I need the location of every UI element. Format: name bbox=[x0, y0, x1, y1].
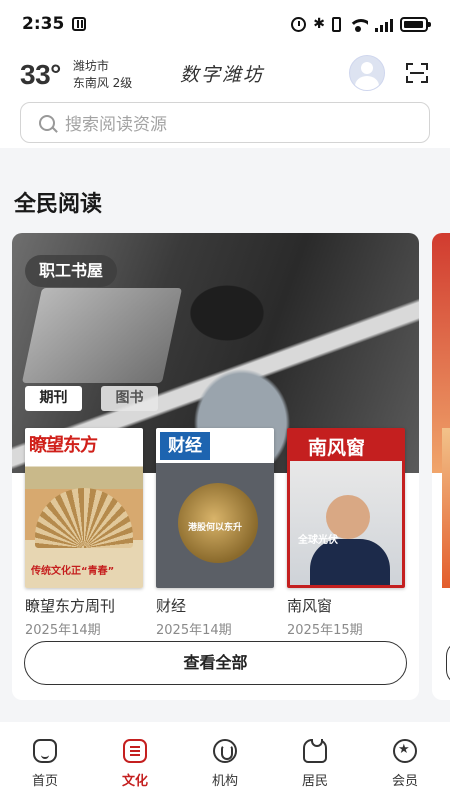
status-time: 2:35 bbox=[22, 14, 65, 34]
city-name: 潍坊市 bbox=[72, 59, 109, 73]
scan-icon[interactable] bbox=[406, 63, 428, 83]
nav-culture[interactable]: 文化 bbox=[90, 722, 180, 800]
section-title: 全民阅读 bbox=[14, 192, 103, 217]
suit-illustration bbox=[310, 539, 390, 585]
magazine-issue: 2025年14期 bbox=[25, 623, 101, 638]
weather-info: 潍坊市 东南风 2级 bbox=[73, 58, 132, 92]
alarm-icon bbox=[291, 16, 307, 32]
bottom-nav: 首页 文化 机构 居民 会员 bbox=[0, 722, 450, 800]
resident-icon bbox=[303, 739, 327, 763]
member-icon bbox=[393, 739, 417, 763]
magazine-cover[interactable]: 南风窗 全球光伏 bbox=[287, 428, 405, 588]
magazine-item[interactable]: 南风窗 全球光伏 南风窗 2025年15期 bbox=[287, 428, 405, 638]
tab-books[interactable]: 图书 bbox=[101, 386, 158, 411]
view-all-button[interactable]: 查看全部 bbox=[24, 641, 407, 685]
search-icon bbox=[39, 114, 55, 131]
nav-label: 会员 bbox=[391, 774, 418, 789]
magazine-item[interactable]: 财经 港股何以东升 财经 2025年14期 bbox=[156, 428, 274, 638]
nav-label: 居民 bbox=[301, 774, 328, 789]
reading-card: 职工书屋 期刊 图书 瞭望东方 传统文化正“青春” 瞭望东方周刊 2025年14… bbox=[12, 233, 419, 700]
nav-resident[interactable]: 居民 bbox=[270, 722, 360, 800]
status-icons: ✱ bbox=[291, 16, 431, 32]
nav-label: 机构 bbox=[211, 774, 238, 789]
avatar[interactable] bbox=[349, 55, 385, 91]
magazine-cover[interactable]: 瞭望东方 传统文化正“青春” bbox=[25, 428, 143, 588]
magazine-issue: 2025年14期 bbox=[156, 623, 232, 638]
organization-icon bbox=[213, 739, 237, 763]
next-card-preview[interactable] bbox=[432, 233, 450, 700]
home-icon bbox=[33, 739, 57, 763]
notification-icon bbox=[72, 17, 87, 31]
magazine-name: 南风窗 bbox=[287, 597, 333, 615]
battery-level bbox=[404, 20, 423, 28]
search-placeholder: 搜索阅读资源 bbox=[65, 115, 167, 135]
laptop-image bbox=[21, 288, 183, 383]
nav-member[interactable]: 会员 bbox=[360, 722, 450, 800]
nav-home[interactable]: 首页 bbox=[0, 722, 90, 800]
magazine-issue: 2025年15期 bbox=[287, 623, 363, 638]
status-bar: 2:35 ✱ bbox=[0, 0, 450, 48]
next-card-button[interactable] bbox=[446, 641, 450, 685]
magazine-name: 瞭望东方周刊 bbox=[25, 597, 116, 615]
search-input[interactable]: 搜索阅读资源 bbox=[20, 102, 430, 143]
header: 33° 潍坊市 东南风 2级 数字潍坊 搜索阅读资源 bbox=[0, 48, 450, 148]
magazine-name: 财经 bbox=[156, 597, 187, 615]
cover-subtitle: 全球光伏 bbox=[298, 535, 338, 546]
nav-label: 首页 bbox=[31, 774, 58, 789]
wifi-icon bbox=[348, 17, 368, 32]
cover-title: 瞭望东方 bbox=[29, 435, 98, 456]
weather-widget[interactable]: 33° 潍坊市 东南风 2级 bbox=[20, 58, 132, 92]
cover-title: 财经 bbox=[160, 432, 210, 460]
signal-icon bbox=[375, 17, 393, 32]
magazine-item[interactable]: 瞭望东方 传统文化正“青春” 瞭望东方周刊 2025年14期 bbox=[25, 428, 143, 638]
cover-title: 南风窗 bbox=[308, 437, 366, 459]
workers-bookhouse-badge[interactable]: 职工书屋 bbox=[25, 255, 118, 287]
temperature: 33° bbox=[20, 59, 61, 90]
app-title: 数字潍坊 bbox=[180, 64, 265, 86]
wind-info: 东南风 2级 bbox=[72, 76, 133, 90]
tab-periodicals[interactable]: 期刊 bbox=[25, 386, 82, 411]
nav-label: 文化 bbox=[121, 774, 148, 789]
magazine-cover[interactable]: 财经 港股何以东升 bbox=[156, 428, 274, 588]
cover-subtitle: 传统文化正“青春” bbox=[31, 566, 115, 577]
cover-photo bbox=[290, 461, 402, 585]
nav-organization[interactable]: 机构 bbox=[180, 722, 270, 800]
cover-subtitle: 港股何以东升 bbox=[188, 523, 243, 533]
battery-icon bbox=[400, 16, 431, 32]
culture-icon bbox=[123, 739, 147, 763]
next-card-cover bbox=[442, 428, 450, 588]
vibrate-icon bbox=[332, 16, 341, 32]
fan-illustration bbox=[35, 488, 133, 548]
bluetooth-icon: ✱ bbox=[313, 16, 325, 32]
